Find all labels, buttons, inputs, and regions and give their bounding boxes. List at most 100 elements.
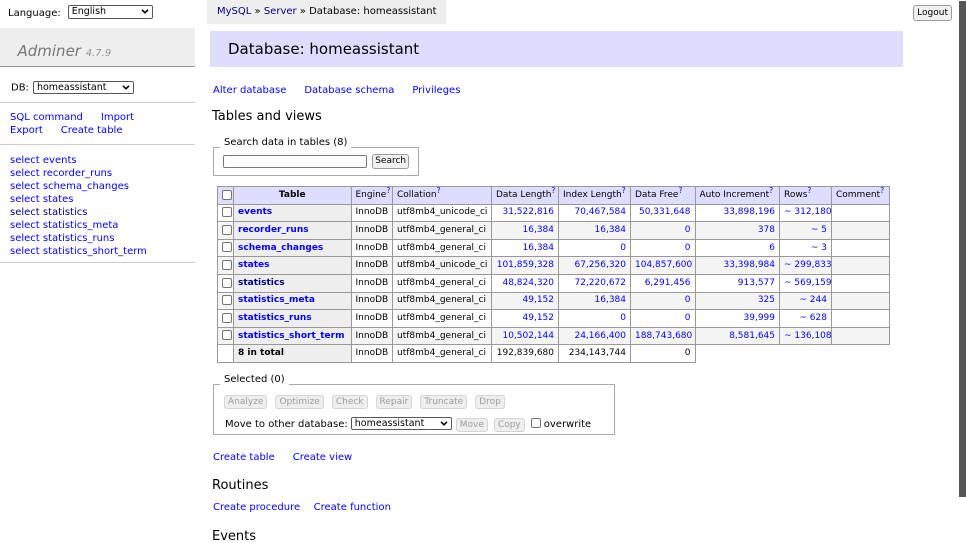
data-length-link[interactable]: 49,152 <box>523 295 555 305</box>
data-free-link[interactable]: 0 <box>685 295 691 305</box>
doc-link[interactable]: ? <box>678 187 682 195</box>
row-checkbox[interactable] <box>222 242 232 252</box>
rows-link[interactable]: ~ 312,180 <box>784 207 832 217</box>
rows-link[interactable]: ~ 569,159 <box>784 278 832 288</box>
doc-link[interactable]: ? <box>551 187 555 195</box>
data-length-link[interactable]: 10,502,144 <box>502 331 554 341</box>
breadcrumb-link-mysql[interactable]: MySQL <box>217 6 251 17</box>
selected-optimize-button[interactable]: Optimize <box>275 395 323 409</box>
selected-check-button[interactable]: Check <box>332 395 368 409</box>
doc-link[interactable]: ? <box>769 187 773 195</box>
move-move-button[interactable]: Move <box>456 418 488 432</box>
index-length-link[interactable]: 24,166,400 <box>574 331 626 341</box>
menu-link-import[interactable]: Import <box>101 112 134 123</box>
adminer-logo-link[interactable]: Adminer <box>18 42 81 60</box>
db-select[interactable]: homeassistant <box>33 81 134 94</box>
menu-link-export[interactable]: Export <box>10 125 43 136</box>
table-link-events[interactable]: events <box>238 207 272 217</box>
selected-drop-button[interactable]: Drop <box>475 395 505 409</box>
selected-repair-button[interactable]: Repair <box>376 395 413 409</box>
menu-select-statistics[interactable]: select statistics <box>10 206 147 219</box>
menu-select-statistics_meta[interactable]: select statistics_meta <box>10 219 147 232</box>
data-free-link[interactable]: 104,857,600 <box>635 260 692 270</box>
data-free-link[interactable]: 50,331,648 <box>639 207 691 217</box>
select-all-checkbox[interactable] <box>222 190 232 200</box>
link-alter-database[interactable]: Alter database <box>213 85 286 96</box>
search-input[interactable] <box>223 155 367 168</box>
data-length-link[interactable]: 16,384 <box>523 225 555 235</box>
link-create-function[interactable]: Create function <box>314 502 391 513</box>
menu-link-sql-command[interactable]: SQL command <box>10 112 83 123</box>
data-free-link[interactable]: 0 <box>685 225 691 235</box>
selected-analyze-button[interactable]: Analyze <box>224 395 267 409</box>
doc-link[interactable]: ? <box>807 187 811 195</box>
language-select[interactable]: English <box>68 5 153 19</box>
rows-link[interactable]: ~ 3 <box>811 243 827 253</box>
row-checkbox[interactable] <box>222 278 232 288</box>
index-length-link[interactable]: 70,467,584 <box>574 207 626 217</box>
row-checkbox[interactable] <box>222 207 232 217</box>
data-free-link[interactable]: 0 <box>685 313 691 323</box>
auto-increment-link[interactable]: 378 <box>758 225 775 235</box>
auto-increment-link[interactable]: 6 <box>769 243 775 253</box>
move-db-select[interactable]: homeassistant <box>351 417 452 430</box>
breadcrumb-link-server[interactable]: Server <box>264 6 297 17</box>
rows-link[interactable]: ~ 5 <box>811 225 827 235</box>
logout-button[interactable]: Logout <box>913 5 952 21</box>
link-create-view[interactable]: Create view <box>293 452 352 463</box>
index-length-link[interactable]: 0 <box>620 313 626 323</box>
index-length-link[interactable]: 16,384 <box>595 225 627 235</box>
data-length-link[interactable]: 49,152 <box>523 313 555 323</box>
index-length-link[interactable]: 0 <box>620 243 626 253</box>
selected-truncate-button[interactable]: Truncate <box>420 395 467 409</box>
rows-link[interactable]: ~ 244 <box>799 295 827 305</box>
table-link-statistics[interactable]: statistics <box>238 278 285 288</box>
auto-increment-link[interactable]: 8,581,645 <box>729 331 775 341</box>
rows-link[interactable]: ~ 628 <box>799 313 827 323</box>
scrollbar-thumb[interactable] <box>959 1 966 497</box>
data-length-link[interactable]: 31,522,816 <box>502 207 554 217</box>
menu-select-recorder_runs[interactable]: select recorder_runs <box>10 167 147 180</box>
table-link-statistics_runs[interactable]: statistics_runs <box>238 313 312 323</box>
data-free-link[interactable]: 6,291,456 <box>645 278 691 288</box>
rows-link[interactable]: ~ 299,833 <box>784 260 832 270</box>
link-privileges[interactable]: Privileges <box>412 85 460 96</box>
menu-select-statistics_runs[interactable]: select statistics_runs <box>10 232 147 245</box>
rows-link[interactable]: ~ 136,108 <box>784 331 832 341</box>
auto-increment-link[interactable]: 33,898,196 <box>723 207 775 217</box>
menu-select-statistics_short_term[interactable]: select statistics_short_term <box>10 245 147 258</box>
index-length-link[interactable]: 72,220,672 <box>574 278 626 288</box>
table-link-schema_changes[interactable]: schema_changes <box>238 243 323 253</box>
index-length-link[interactable]: 67,256,320 <box>574 260 626 270</box>
table-link-states[interactable]: states <box>238 260 270 270</box>
table-link-statistics_meta[interactable]: statistics_meta <box>238 295 315 305</box>
menu-select-events[interactable]: select events <box>10 154 147 167</box>
row-checkbox[interactable] <box>222 330 232 340</box>
menu-select-states[interactable]: select states <box>10 193 147 206</box>
search-button[interactable]: Search <box>372 154 409 169</box>
link-database-schema[interactable]: Database schema <box>304 85 394 96</box>
row-checkbox[interactable] <box>222 225 232 235</box>
table-link-recorder_runs[interactable]: recorder_runs <box>238 225 309 235</box>
auto-increment-link[interactable]: 39,999 <box>744 313 776 323</box>
link-create-table[interactable]: Create table <box>213 452 275 463</box>
overwrite-checkbox[interactable] <box>531 418 541 428</box>
data-length-link[interactable]: 16,384 <box>523 243 555 253</box>
move-copy-button[interactable]: Copy <box>494 418 525 432</box>
auto-increment-link[interactable]: 33,398,984 <box>723 260 775 270</box>
doc-link[interactable]: ? <box>622 187 626 195</box>
menu-link-create-table[interactable]: Create table <box>61 125 123 136</box>
data-free-link[interactable]: 0 <box>685 243 691 253</box>
auto-increment-link[interactable]: 913,577 <box>738 278 775 288</box>
index-length-link[interactable]: 16,384 <box>595 295 627 305</box>
table-link-statistics_short_term[interactable]: statistics_short_term <box>238 331 344 341</box>
menu-select-schema_changes[interactable]: select schema_changes <box>10 180 147 193</box>
row-checkbox[interactable] <box>222 295 232 305</box>
data-length-link[interactable]: 48,824,320 <box>502 278 554 288</box>
data-length-link[interactable]: 101,859,328 <box>497 260 554 270</box>
data-free-link[interactable]: 188,743,680 <box>635 331 692 341</box>
row-checkbox[interactable] <box>222 313 232 323</box>
doc-link[interactable]: ? <box>437 187 441 195</box>
auto-increment-link[interactable]: 325 <box>758 295 775 305</box>
doc-link[interactable]: ? <box>386 187 390 195</box>
